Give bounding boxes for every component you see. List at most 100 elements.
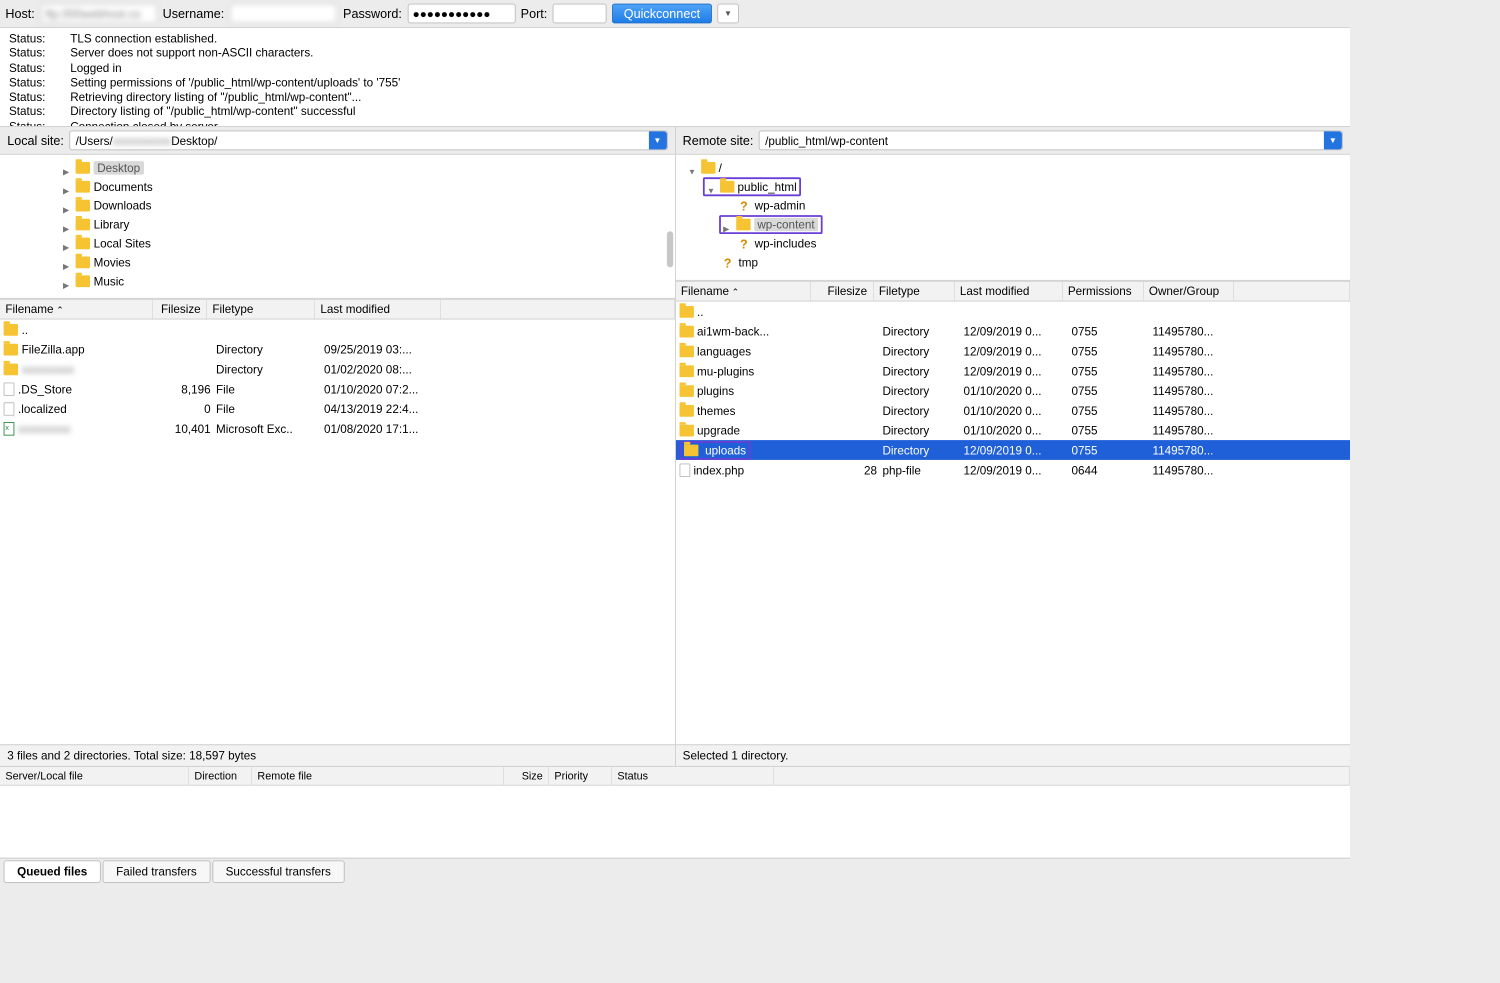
list-item[interactable]: uploadsDirectory12/09/2019 0...075511495… (675, 440, 1350, 460)
list-item[interactable]: ai1wm-back...Directory12/09/2019 0...075… (675, 321, 1350, 341)
chevron-down-icon[interactable] (707, 182, 716, 191)
chevron-right-icon[interactable] (63, 220, 72, 229)
col-filesize[interactable]: Filesize (810, 282, 873, 301)
tab-successful[interactable]: Successful transfers (212, 860, 344, 883)
chevron-right-icon[interactable] (63, 239, 72, 248)
log-message: Directory listing of "/public_html/wp-co… (70, 105, 355, 120)
log-label: Status: (9, 46, 52, 61)
tree-wp-content[interactable]: wp-content (675, 215, 1350, 234)
tab-failed[interactable]: Failed transfers (103, 860, 211, 883)
chevron-right-icon[interactable] (63, 277, 72, 286)
list-item[interactable]: FileZilla.appDirectory09/25/2019 03:... (0, 339, 675, 359)
quickconnect-button[interactable]: Quickconnect (612, 4, 712, 24)
filename: FileZilla.app (22, 342, 85, 356)
scrollbar[interactable] (666, 231, 672, 267)
list-item[interactable]: xxxxxxxxxx10,401Microsoft Exc..01/08/202… (0, 419, 675, 439)
col-lastmod[interactable]: Last modified (954, 282, 1062, 301)
col-size[interactable]: Size (504, 767, 549, 785)
list-item[interactable]: mu-pluginsDirectory12/09/2019 0...075511… (675, 361, 1350, 381)
list-item[interactable]: themesDirectory01/10/2020 0...0755114957… (675, 401, 1350, 421)
message-log: Status:TLS connection established.Status… (0, 28, 1350, 127)
col-filename[interactable]: Filename (0, 300, 153, 319)
tree-item[interactable]: Desktop (0, 158, 675, 177)
remote-site-path-input[interactable]: /public_html/wp-content ▼ (759, 131, 1343, 151)
tree-tmp[interactable]: ? tmp (675, 253, 1350, 272)
col-permissions[interactable]: Permissions (1062, 282, 1143, 301)
remote-tree[interactable]: / public_html ? wp-admin wp-content (675, 155, 1350, 281)
folder-icon (76, 200, 90, 212)
folder-icon (679, 365, 693, 377)
tree-item[interactable]: Documents (0, 177, 675, 196)
local-tree[interactable]: Desktop DocumentsDownloads Library Local Si… (0, 155, 675, 299)
chevron-right-icon[interactable] (63, 163, 72, 172)
chevron-down-icon[interactable] (688, 163, 697, 172)
chevron-right-icon[interactable] (63, 258, 72, 267)
password-input[interactable] (407, 4, 515, 24)
col-filename[interactable]: Filename (675, 282, 810, 301)
remote-file-list[interactable]: ..ai1wm-back...Directory12/09/2019 0...0… (675, 302, 1350, 745)
tree-item[interactable]: Local Sites (0, 234, 675, 253)
dropdown-arrow-icon[interactable]: ▼ (648, 131, 666, 149)
tree-item[interactable]: Movies (0, 253, 675, 272)
folder-icon (684, 444, 698, 456)
col-priority[interactable]: Priority (549, 767, 612, 785)
quickconnect-history-dropdown[interactable]: ▼ (717, 4, 739, 24)
list-item[interactable]: upgradeDirectory01/10/2020 0...075511495… (675, 420, 1350, 440)
col-remote-file[interactable]: Remote file (252, 767, 504, 785)
col-direction[interactable]: Direction (189, 767, 252, 785)
username-input[interactable] (230, 4, 338, 24)
local-pane: Local site: /Users/xxxxxxxxxxDesktop/ ▼ … (0, 127, 675, 766)
log-message: Connection closed by server (70, 119, 218, 127)
list-item[interactable]: xxxxxxxxxDirectory01/02/2020 08:... (0, 359, 675, 379)
local-file-list[interactable]: ..FileZilla.appDirectory09/25/2019 03:..… (0, 320, 675, 745)
local-list-header: Filename Filesize Filetype Last modified (0, 299, 675, 320)
col-filesize[interactable]: Filesize (153, 300, 207, 319)
remote-pane: Remote site: /public_html/wp-content ▼ /… (675, 127, 1350, 766)
tree-root[interactable]: / (675, 158, 1350, 177)
list-item[interactable]: languagesDirectory12/09/2019 0...0755114… (675, 341, 1350, 361)
list-item[interactable]: .. (0, 320, 675, 340)
list-item[interactable]: .. (675, 302, 1350, 322)
col-owner[interactable]: Owner/Group (1143, 282, 1233, 301)
col-filetype[interactable]: Filetype (207, 300, 315, 319)
tree-wp-admin[interactable]: ? wp-admin (675, 196, 1350, 215)
list-item[interactable]: .DS_Store8,196File01/10/2020 07:2... (0, 379, 675, 399)
filename: xxxxxxxxx (22, 362, 75, 376)
unknown-icon: ? (737, 236, 751, 250)
tree-public-html[interactable]: public_html (675, 177, 1350, 196)
tree-item[interactable]: Music (0, 272, 675, 291)
transfer-queue[interactable] (0, 786, 1350, 858)
folder-icon (76, 181, 90, 193)
folder-icon (76, 275, 90, 287)
chevron-right-icon[interactable] (723, 220, 732, 229)
port-input[interactable] (553, 4, 607, 24)
tree-wp-includes[interactable]: ? wp-includes (675, 234, 1350, 253)
tab-queued[interactable]: Queued files (4, 860, 101, 883)
unknown-icon: ? (737, 198, 751, 212)
chevron-right-icon[interactable] (63, 182, 72, 191)
list-item[interactable]: index.php28php-file12/09/2019 0...064411… (675, 460, 1350, 480)
dropdown-arrow-icon[interactable]: ▼ (1324, 131, 1342, 149)
remote-status: Selected 1 directory. (675, 744, 1350, 766)
col-lastmod[interactable]: Last modified (315, 300, 441, 319)
host-input[interactable] (40, 4, 157, 24)
tree-label: Desktop (94, 161, 144, 175)
log-message: Server does not support non-ASCII charac… (70, 46, 313, 61)
remote-site-label: Remote site: (683, 133, 754, 147)
host-label: Host: (5, 6, 34, 20)
col-status[interactable]: Status (612, 767, 774, 785)
tree-item[interactable]: Library (0, 215, 675, 234)
chevron-right-icon[interactable] (63, 201, 72, 210)
list-item[interactable]: .localized0File04/13/2019 22:4... (0, 399, 675, 419)
col-server-file[interactable]: Server/Local file (0, 767, 189, 785)
col-filetype[interactable]: Filetype (873, 282, 954, 301)
tree-item[interactable]: Downloads (0, 196, 675, 215)
folder-icon (76, 162, 90, 174)
tree-label: Library (94, 218, 130, 232)
folder-icon (736, 219, 750, 231)
log-message: TLS connection established. (70, 32, 217, 47)
folder-icon (4, 363, 18, 375)
local-site-path-input[interactable]: /Users/xxxxxxxxxxDesktop/ ▼ (69, 131, 667, 151)
list-item[interactable]: pluginsDirectory01/10/2020 0...075511495… (675, 381, 1350, 401)
folder-icon (679, 385, 693, 397)
